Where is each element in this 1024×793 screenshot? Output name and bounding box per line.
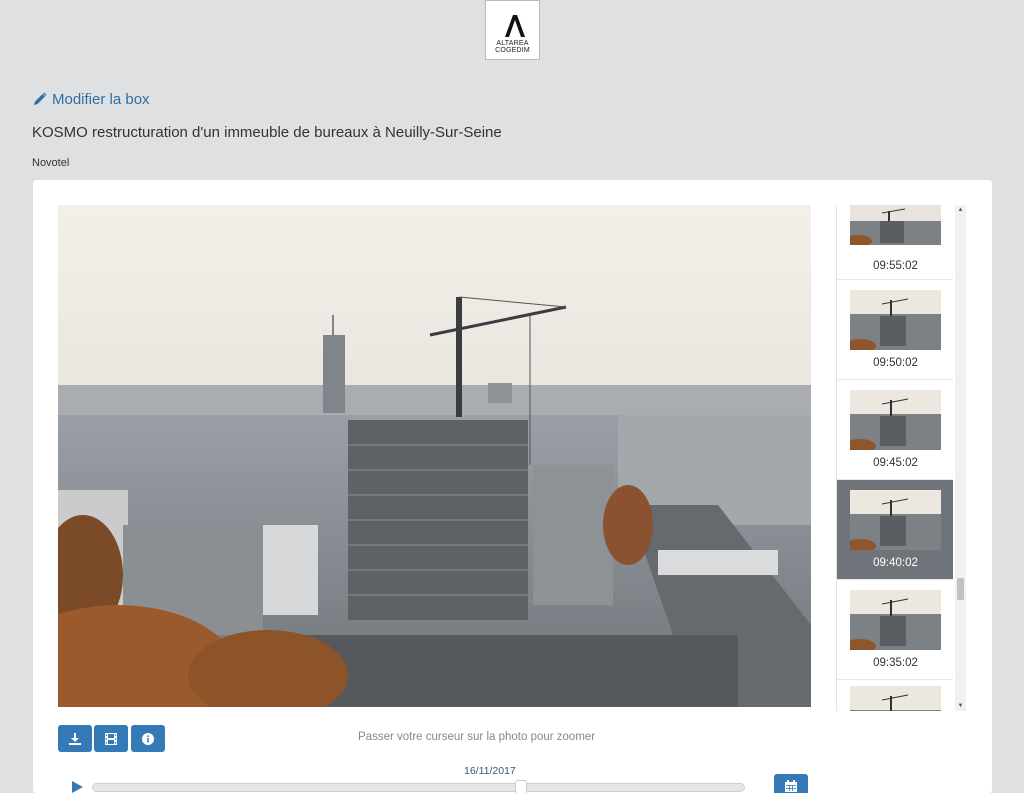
camera-name: Novotel (32, 157, 70, 169)
current-date: 16/11/2017 (464, 765, 516, 777)
thumbnail-image (850, 490, 941, 550)
thumbnail-image (850, 590, 941, 650)
brand-logo: ALTAREA COGEDIM (485, 0, 540, 60)
thumbnail-image (850, 390, 941, 450)
zoom-hint: Passer votre curseur sur la photo pour z… (358, 731, 596, 743)
scroll-up-arrow-icon[interactable]: ▲ (955, 205, 966, 215)
thumbnail-item[interactable]: 09:50:02 (837, 280, 953, 380)
modify-box-label: Modifier la box (52, 91, 150, 108)
thumbnail-time: 09:45:02 (873, 457, 918, 469)
thumbnail-time: 09:50:02 (873, 357, 918, 369)
play-icon (72, 781, 83, 793)
download-icon (69, 732, 81, 745)
timeline-slider[interactable] (92, 780, 745, 793)
thumbnail-image (850, 290, 941, 350)
download-button[interactable] (58, 725, 92, 752)
film-icon (105, 732, 117, 745)
viewer-card: 09:55:02 09:50:02 09:45:02 09:40:02 09:3… (33, 180, 992, 793)
info-icon (142, 732, 154, 745)
thumbnail-scrollbar[interactable]: ▲ ▼ (955, 205, 966, 711)
calendar-button[interactable] (774, 774, 808, 793)
thumbnail-item[interactable]: 09:35:02 (837, 580, 953, 680)
photo-image (58, 205, 811, 707)
scroll-down-arrow-icon[interactable]: ▼ (955, 701, 966, 711)
film-button[interactable] (94, 725, 128, 752)
play-button[interactable] (72, 780, 83, 793)
calendar-icon (785, 780, 797, 792)
thumbnail-item[interactable]: 09:45:02 (837, 380, 953, 480)
info-button[interactable] (131, 725, 165, 752)
thumbnail-time: 09:35:02 (873, 657, 918, 669)
thumbnail-image (850, 205, 941, 245)
modify-box-link[interactable]: Modifier la box (32, 91, 150, 108)
logo-mark-icon (504, 15, 525, 37)
thumbnail-list: 09:55:02 09:50:02 09:45:02 09:40:02 09:3… (836, 205, 953, 711)
thumbnail-image (850, 686, 941, 711)
pencil-icon (34, 92, 47, 105)
thumbnail-item[interactable]: 09:55:02 (837, 205, 953, 280)
project-title: KOSMO restructuration d'un immeuble de b… (32, 124, 502, 141)
timeline-slider-handle[interactable] (515, 780, 527, 793)
thumbnail-time: 09:55:02 (873, 260, 918, 272)
scrollbar-thumb[interactable] (957, 578, 964, 600)
thumbnail-time: 09:40:02 (873, 557, 918, 569)
logo-text-line1: ALTAREA (496, 40, 529, 47)
thumbnail-item-active[interactable]: 09:40:02 (837, 480, 953, 580)
construction-photo[interactable] (58, 205, 811, 707)
thumbnail-item[interactable] (837, 680, 953, 711)
logo-text-line2: COGEDIM (495, 47, 530, 54)
